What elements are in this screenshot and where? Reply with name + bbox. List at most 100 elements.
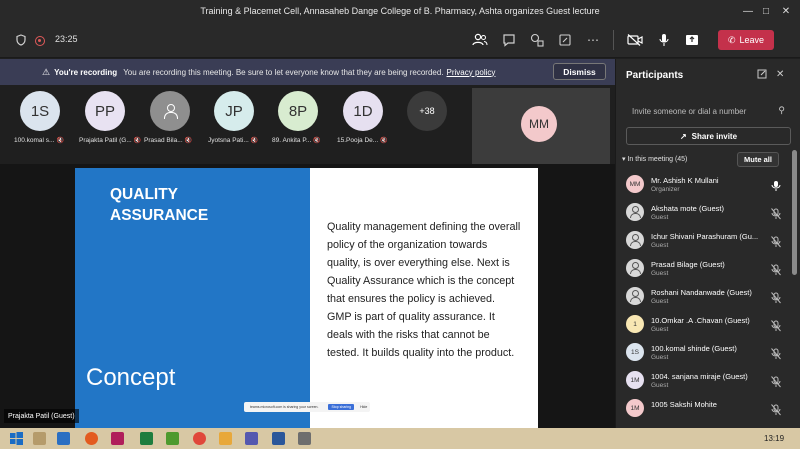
more-actions-icon[interactable]: ⋯ — [583, 30, 603, 50]
camera-off-icon[interactable] — [625, 30, 645, 50]
app-icon[interactable] — [298, 432, 311, 445]
leave-button[interactable]: ✆ Leave — [718, 30, 774, 50]
mic-muted-icon[interactable] — [771, 263, 781, 276]
slide-title: QUALITY ASSURANCE — [110, 184, 300, 226]
participant-row[interactable]: Prasad Bilage (Guest) Guest — [616, 255, 796, 283]
word-icon[interactable] — [272, 432, 285, 445]
share-icon: ↗ — [679, 131, 687, 141]
avatar — [626, 259, 644, 277]
more-participants-button[interactable]: +38 — [407, 91, 447, 131]
participant-name: Mr. Ashish K Mullani — [651, 176, 719, 185]
mic-muted-icon: 🔇 — [380, 138, 388, 144]
start-icon[interactable] — [10, 432, 23, 445]
share-screen-icon[interactable] — [682, 30, 702, 50]
toolbar-separator — [613, 30, 614, 50]
mic-muted-icon[interactable] — [771, 291, 781, 304]
close-window-icon[interactable]: ✕ — [774, 0, 798, 22]
strip-participant-name: 15.Pooja De... 🔇 — [337, 137, 388, 144]
task-view-icon[interactable] — [33, 432, 46, 445]
shield-icon[interactable] — [11, 30, 31, 50]
chat-icon[interactable] — [499, 30, 519, 50]
reactions-icon[interactable] — [527, 30, 547, 50]
avatar — [626, 231, 644, 249]
meeting-toolbar: 23:25 ⋯ — [0, 22, 800, 58]
windows-taskbar: 13:19 — [0, 428, 800, 449]
share-invite-button[interactable]: ↗ Share invite — [626, 127, 791, 145]
share-tray-icon[interactable] — [555, 30, 575, 50]
mic-muted-icon[interactable] — [771, 207, 781, 220]
meeting-timer: 23:25 — [55, 34, 78, 44]
slide-right-panel: Quality management defining the overall … — [310, 168, 538, 428]
in-meeting-label: In this meeting (45) — [627, 156, 688, 163]
strip-participant-name: Prajakta Patil (G... 🔇 — [79, 137, 141, 144]
strip-participant-name: 100.komal s... 🔇 — [14, 137, 64, 144]
close-panel-icon[interactable]: ✕ — [776, 69, 784, 80]
strip-participant-label: Prajakta Patil (G... — [79, 137, 132, 144]
avatar — [626, 287, 644, 305]
share-bar-text: teams.microsoft.com is sharing your scre… — [250, 405, 319, 409]
avatar[interactable]: 1D — [343, 91, 383, 131]
avatar — [626, 203, 644, 221]
app-icon[interactable] — [111, 432, 124, 445]
pop-out-icon[interactable] — [757, 69, 767, 82]
strip-participant-label: 15.Pooja De... — [337, 137, 379, 144]
slide-title-line-2: ASSURANCE — [110, 207, 209, 224]
microphone-icon[interactable] — [771, 179, 781, 191]
participant-row[interactable]: 1M 1004. sanjana miraje (Guest) Guest — [616, 367, 796, 395]
excel-icon[interactable] — [140, 432, 153, 445]
avatar: 1M — [626, 371, 644, 389]
mute-all-button[interactable]: Mute all — [737, 152, 779, 167]
participant-row[interactable]: 1S 100.komal shinde (Guest) Guest — [616, 339, 796, 367]
people-icon[interactable] — [470, 30, 490, 50]
teams-icon[interactable] — [245, 432, 258, 445]
avatar[interactable] — [150, 91, 190, 131]
participant-row[interactable]: 1M 1005 Sakshi Mohite — [616, 395, 796, 423]
screen-share-bar: teams.microsoft.com is sharing your scre… — [244, 402, 370, 412]
avatar[interactable]: 8P — [278, 91, 318, 131]
participant-row[interactable]: MM Mr. Ashish K Mullani Organizer — [616, 171, 796, 199]
slide-title-line-1: QUALITY — [110, 186, 179, 203]
mic-muted-icon[interactable] — [771, 235, 781, 248]
avatar[interactable]: JP — [214, 91, 254, 131]
mic-muted-icon: 🔇 — [184, 138, 193, 144]
avatar: 1S — [626, 343, 644, 361]
banner-message: You are recording this meeting. Be sure … — [123, 67, 444, 77]
participant-row[interactable]: Roshani Nandanwade (Guest) Guest — [616, 283, 796, 311]
participant-role: Guest — [651, 354, 669, 361]
invite-input[interactable]: Invite someone or dial a number ⚲ — [626, 101, 791, 121]
microphone-icon[interactable] — [654, 30, 674, 50]
participant-row[interactable]: Akshata mote (Guest) Guest — [616, 199, 796, 227]
video-tile[interactable]: MM — [472, 88, 610, 164]
presenter-name-label: Prajakta Patil (Guest) — [4, 409, 79, 423]
privacy-policy-link[interactable]: Privacy policy — [447, 68, 496, 77]
participant-name: Ichur Shivani Parashuram (Gu... — [651, 232, 759, 241]
strip-participant-label: 100.komal s... — [14, 137, 55, 144]
avatar[interactable]: PP — [85, 91, 125, 131]
slide-left-panel: QUALITY ASSURANCE Concept — [75, 168, 310, 428]
edge-icon[interactable] — [57, 432, 70, 445]
avatar[interactable]: 1S — [20, 91, 60, 131]
stop-sharing-button[interactable]: Stop sharing — [328, 404, 355, 410]
participant-row[interactable]: 1 10.Omkar .A .Chavan (Guest) Guest — [616, 311, 796, 339]
participant-name: Akshata mote (Guest) — [651, 204, 724, 213]
mic-muted-icon[interactable] — [771, 403, 781, 416]
participant-row[interactable]: Ichur Shivani Parashuram (Gu... Guest — [616, 227, 796, 255]
mic-muted-icon: 🔇 — [250, 138, 259, 144]
strip-participant-label: Jyotsna Pati... — [208, 137, 249, 144]
in-meeting-section-header[interactable]: ▾ In this meeting (45) — [622, 155, 687, 163]
mic-muted-icon[interactable] — [771, 347, 781, 360]
app-icon[interactable] — [166, 432, 179, 445]
dismiss-button[interactable]: Dismiss — [553, 63, 606, 80]
warning-icon: ⚠ — [42, 66, 51, 77]
hang-up-icon: ✆ — [727, 34, 736, 45]
participant-name: 1005 Sakshi Mohite — [651, 400, 717, 409]
file-explorer-icon[interactable] — [219, 432, 232, 445]
hide-button[interactable]: Hide — [360, 405, 367, 409]
firefox-icon[interactable] — [85, 432, 98, 445]
avatar: 1 — [626, 315, 644, 333]
participant-list-scrollbar[interactable] — [792, 150, 797, 275]
mic-muted-icon[interactable] — [771, 375, 781, 388]
chrome-icon[interactable] — [193, 432, 206, 445]
mic-muted-icon[interactable] — [771, 319, 781, 332]
participant-name: 10.Omkar .A .Chavan (Guest) — [651, 316, 750, 325]
